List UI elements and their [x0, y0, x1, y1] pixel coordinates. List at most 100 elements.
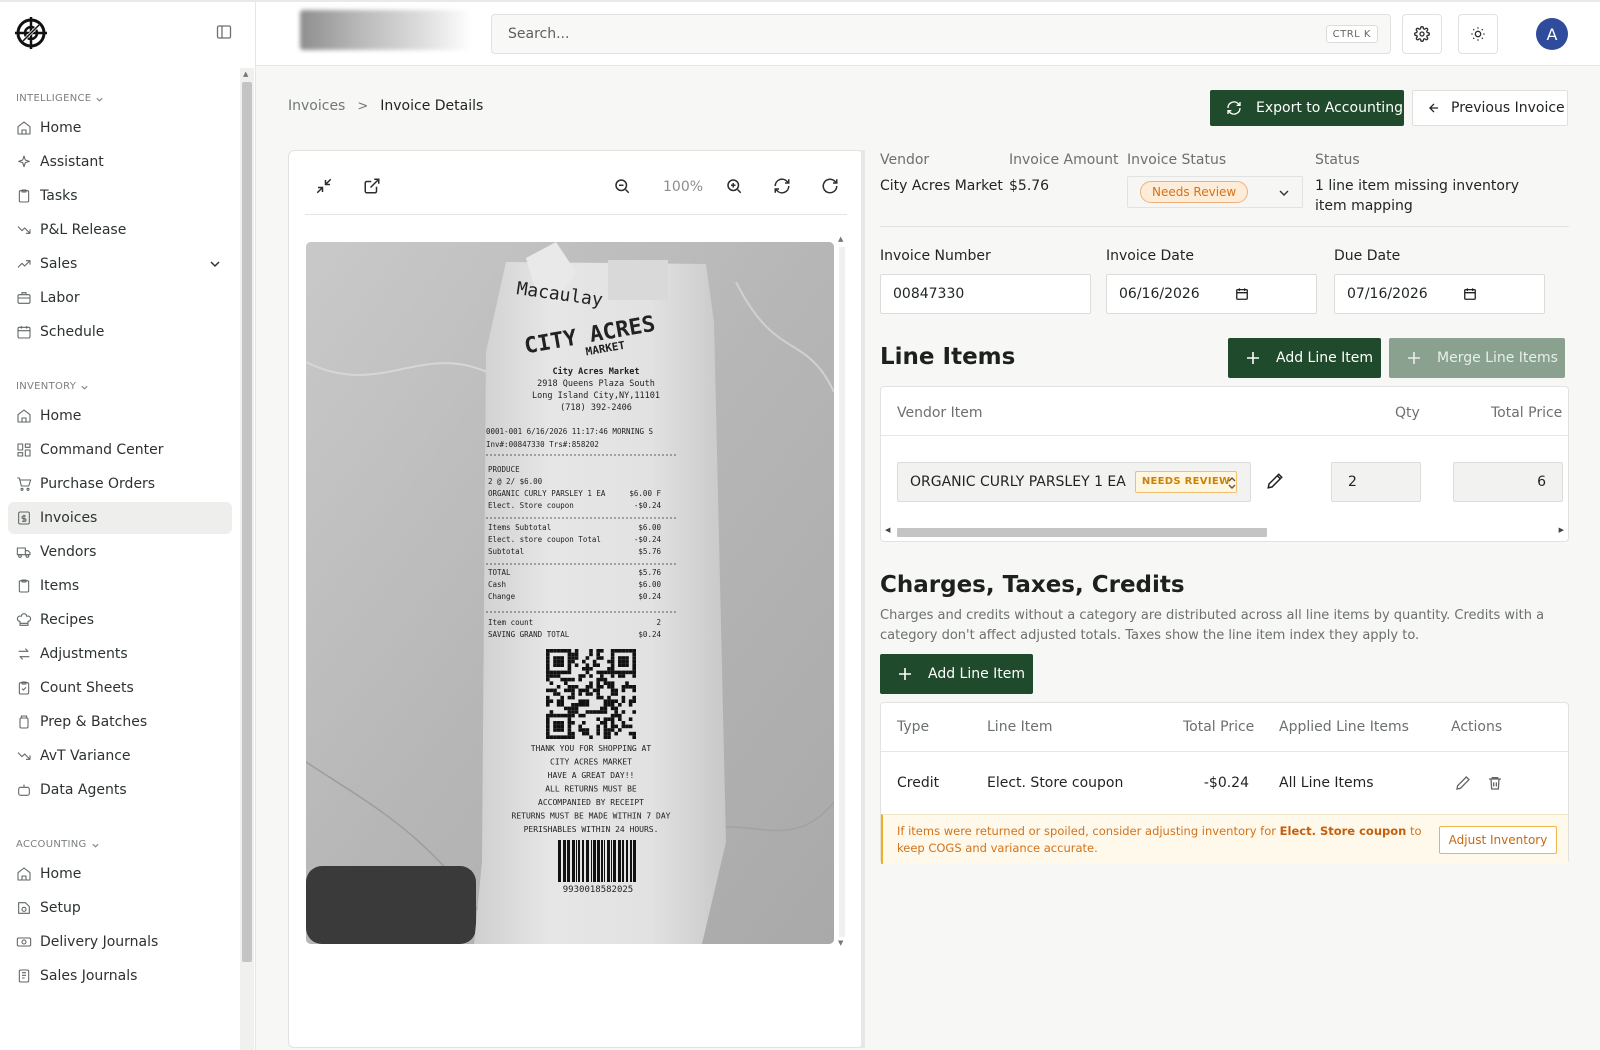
sidebar-item-delivery-journals[interactable]: Delivery Journals: [8, 926, 232, 958]
calendar-icon[interactable]: [1463, 287, 1477, 301]
sidebar-section-title[interactable]: INVENTORY: [0, 376, 240, 398]
receipt-header-line: Long Island City,NY,11101: [532, 391, 660, 401]
zoom-in-icon[interactable]: [725, 177, 745, 197]
previous-invoice-label: Previous Invoice: [1451, 100, 1565, 116]
sidebar-item-label: Sales Journals: [40, 968, 138, 984]
vendor-item-select[interactable]: ORGANIC CURLY PARSLEY 1 EA NEEDS REVIEW: [897, 462, 1251, 502]
sidebar-item-label: Setup: [40, 900, 81, 916]
sidebar-section-title[interactable]: ACCOUNTING: [0, 834, 240, 856]
brand-logo-icon[interactable]: [14, 16, 48, 50]
sidebar-section-intelligence: INTELLIGENCE Home Assistant Tasks P&L Releas…: [0, 68, 240, 348]
line-items-scrollbar-thumb[interactable]: [897, 528, 1267, 537]
setup-icon: [18, 902, 30, 914]
sparkle-icon: [18, 155, 30, 168]
adjust-inventory-button[interactable]: Adjust Inventory: [1439, 826, 1557, 854]
receipt-row-label: Item count: [488, 618, 533, 627]
sidebar-item-setup[interactable]: Setup: [8, 892, 232, 924]
trash-icon[interactable]: [1487, 775, 1503, 791]
breadcrumb-invoices-link[interactable]: Invoices: [288, 98, 345, 114]
sidebar-item-recipes[interactable]: Recipes: [8, 604, 232, 636]
invoice-icon: [18, 511, 30, 525]
qty-field[interactable]: 2: [1331, 462, 1421, 502]
sidebar-item-count-sheets[interactable]: Count Sheets: [8, 672, 232, 704]
export-to-accounting-button[interactable]: Export to Accounting: [1210, 90, 1404, 126]
money-icon: [16, 937, 32, 947]
edit-pencil-icon[interactable]: [1455, 775, 1471, 791]
edit-pencil-icon[interactable]: [1266, 472, 1284, 490]
theme-toggle-button[interactable]: [1458, 14, 1498, 54]
due-date-label: Due Date: [1334, 248, 1401, 264]
invoice-amount-label: Invoice Amount: [1009, 152, 1119, 168]
home-icon: [17, 121, 31, 135]
merge-line-items-button[interactable]: Merge Line Items: [1389, 338, 1565, 378]
sidebar-item-avt-variance[interactable]: AvT Variance: [8, 740, 232, 772]
sidebar-item-tasks[interactable]: Tasks: [8, 180, 232, 212]
sidebar-item-label: Home: [40, 408, 82, 424]
zoom-level: 100%: [663, 179, 704, 195]
calendar-icon[interactable]: [1235, 287, 1249, 301]
sidebar-item-assistant[interactable]: Assistant: [8, 146, 232, 178]
needs-review-badge: NEEDS REVIEW: [1134, 471, 1238, 493]
minimize-icon[interactable]: [315, 177, 335, 197]
add-charge-button[interactable]: Add Line Item: [880, 654, 1033, 694]
line-items-scrollbar[interactable]: ◀ ▶: [881, 525, 1568, 539]
invoice-date-field[interactable]: 06/16/2026: [1106, 274, 1317, 314]
settings-button[interactable]: [1402, 14, 1442, 54]
sidebar-scrollbar-thumb[interactable]: [242, 82, 252, 962]
sidebar-item-home[interactable]: Home: [8, 112, 232, 144]
chevron-down-icon[interactable]: [208, 257, 222, 271]
sidebar-item-schedule[interactable]: Schedule: [8, 316, 232, 348]
sidebar-item-label: Sales: [40, 256, 78, 272]
avatar[interactable]: A: [1536, 18, 1568, 50]
robot-icon: [18, 784, 30, 796]
sidebar-item-labor[interactable]: Labor: [8, 282, 232, 314]
viewer-scrollbar[interactable]: ▲ ▼: [835, 235, 849, 951]
sidebar-item-sales[interactable]: Sales: [8, 248, 232, 280]
chevron-up-down-icon: [1228, 477, 1236, 489]
sidebar-item-home[interactable]: Home: [8, 400, 232, 432]
receipt-footer-line: CITY ACRES MARKET: [550, 758, 632, 767]
search-input[interactable]: Search... CTRL K: [491, 14, 1391, 54]
sidebar-item-home[interactable]: Home: [8, 858, 232, 890]
sidebar-item-items[interactable]: Items: [8, 570, 232, 602]
previous-invoice-button[interactable]: Previous Invoice: [1412, 90, 1568, 126]
open-external-icon[interactable]: [363, 177, 383, 197]
total-price-field[interactable]: 6: [1453, 462, 1563, 502]
invoice-number-field[interactable]: 00847330: [880, 274, 1091, 314]
zoom-out-icon[interactable]: [613, 177, 633, 197]
sidebar-item-p-l-release[interactable]: P&L Release: [8, 214, 232, 246]
sidebar-item-command-center[interactable]: Command Center: [8, 434, 232, 466]
calendar-icon: [17, 326, 31, 339]
reset-view-icon[interactable]: [821, 177, 841, 197]
sidebar-scrollbar[interactable]: ▲: [240, 68, 254, 1050]
due-date-field[interactable]: 07/16/2026: [1334, 274, 1545, 314]
sidebar-item-prep-batches[interactable]: Prep & Batches: [8, 706, 232, 738]
charges-description: Charges and credits without a category a…: [880, 608, 1545, 643]
sidebar-item-data-agents[interactable]: Data Agents: [8, 774, 232, 806]
chef-icon: [16, 613, 32, 626]
charges-table: Type Line Item Total Price Applied Line …: [880, 702, 1569, 864]
jar-icon: [19, 715, 29, 729]
sidebar-item-purchase-orders[interactable]: Purchase Orders: [8, 468, 232, 500]
clipboard-icon: [18, 579, 30, 593]
charge-line-item: Elect. Store coupon: [987, 775, 1124, 791]
plus-icon: [899, 668, 911, 680]
panel-divider[interactable]: [861, 150, 865, 1048]
receipt-row-value: 2: [656, 618, 661, 627]
sidebar-toggle-icon[interactable]: [216, 24, 234, 42]
rotate-icon[interactable]: [773, 177, 793, 197]
viewer-scrollbar-thumb[interactable]: [839, 247, 845, 937]
sidebar-item-vendors[interactable]: Vendors: [8, 536, 232, 568]
breadcrumb-separator: >: [357, 98, 369, 114]
column-header-total-price: Total Price: [1491, 405, 1563, 421]
sidebar-item-adjustments[interactable]: Adjustments: [8, 638, 232, 670]
invoice-status-select[interactable]: Needs Review: [1127, 176, 1303, 208]
sidebar-item-invoices[interactable]: Invoices: [8, 502, 232, 534]
grid-icon: [17, 443, 31, 457]
qty-value: 2: [1348, 474, 1357, 490]
receipt-footer-line: HAVE A GREAT DAY!!: [548, 771, 635, 780]
add-line-item-button[interactable]: Add Line Item: [1228, 338, 1381, 378]
sidebar-item-sales-journals[interactable]: Sales Journals: [8, 960, 232, 992]
export-label: Export to Accounting: [1256, 100, 1403, 116]
sidebar-section-title[interactable]: INTELLIGENCE: [0, 88, 240, 110]
